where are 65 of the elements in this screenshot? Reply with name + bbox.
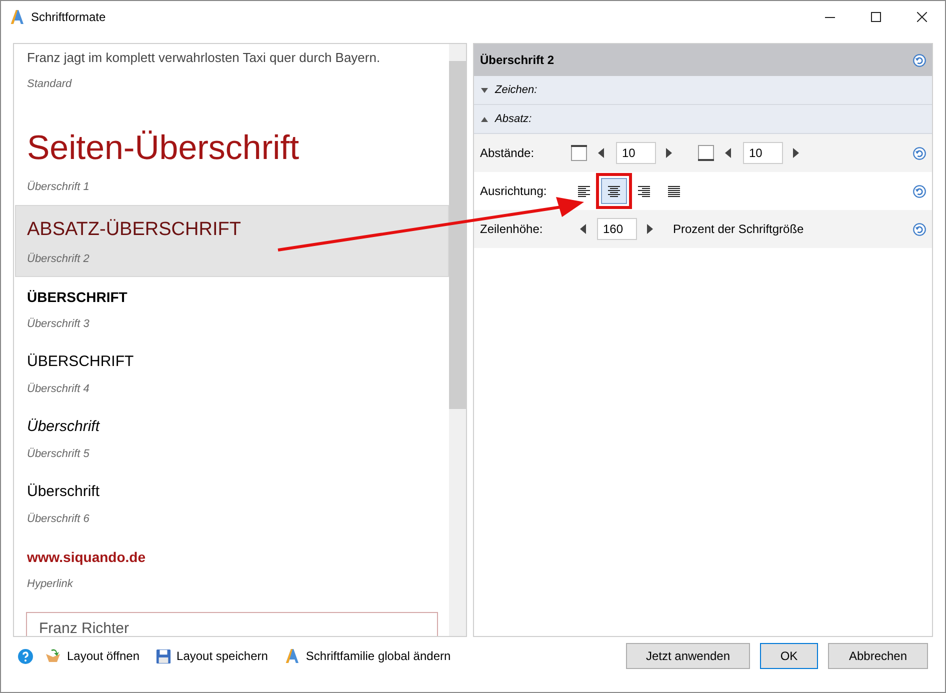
style-name: Hyperlink (27, 576, 73, 592)
align-justify-icon (668, 186, 680, 196)
style-sample: ÜBERSCHRIFT (27, 352, 134, 372)
style-name: Überschrift 3 (27, 316, 90, 332)
style-sample: ABSATZ-ÜBERSCHRIFT (27, 218, 241, 242)
section-header[interactable]: Absatz: (474, 105, 932, 134)
close-icon (917, 12, 927, 22)
maximize-icon (871, 12, 881, 22)
footer-link[interactable]: Schriftfamilie global ändern (284, 647, 451, 665)
reset-icon[interactable] (913, 222, 926, 236)
reset-icon[interactable] (913, 54, 926, 66)
unit-label: Prozent der Schriftgröße (673, 221, 804, 238)
style-name: Standard (27, 76, 72, 92)
collapse-icon (481, 116, 488, 122)
left-arrow-icon[interactable] (598, 148, 604, 158)
style-sample: www.siquando.de (27, 549, 146, 566)
number-field[interactable]: 160 (597, 218, 637, 240)
panel-title: Überschrift 2 (480, 52, 554, 69)
style-name: Überschrift 1 (27, 180, 90, 194)
style-sample: Überschrift (27, 418, 100, 436)
right-arrow-icon[interactable] (793, 148, 799, 158)
font-icon (284, 648, 300, 664)
section-label: Absatz: (495, 112, 532, 127)
footer-link[interactable]: Layout öffnen (45, 647, 140, 665)
number-field[interactable]: 10 (616, 142, 656, 164)
dialog-button[interactable]: Abbrechen (828, 643, 928, 669)
property-label: Abstände: (480, 145, 536, 162)
style-sample: Franz Richter (39, 620, 130, 636)
number-field[interactable]: 10 (743, 142, 783, 164)
left-arrow-icon[interactable] (725, 148, 731, 158)
left-arrow-icon[interactable] (580, 224, 586, 234)
align-center-icon (608, 186, 620, 196)
expand-icon (481, 88, 488, 92)
reset-icon[interactable] (913, 184, 926, 198)
right-arrow-icon[interactable] (647, 224, 653, 234)
style-item[interactable]: ABSATZ-ÜBERSCHRIFT Überschrift 2 (15, 205, 449, 277)
style-name: Überschrift 4 (27, 382, 90, 396)
quote-box[interactable]: Franz Richter (26, 612, 438, 636)
dialog-button[interactable]: OK (760, 643, 818, 669)
help-icon[interactable] (18, 648, 33, 664)
style-name: Überschrift 2 (27, 252, 90, 266)
reset-icon[interactable] (913, 146, 926, 160)
style-sample: Franz jagt im komplett verwahrlosten Taxi quer durch Bayern. (27, 50, 380, 66)
style-name: Überschrift 5 (27, 446, 90, 462)
section-header[interactable]: Zeichen: (474, 76, 932, 105)
space-above-icon (571, 145, 587, 161)
scrollbar[interactable] (449, 44, 466, 636)
space-below-icon (698, 145, 714, 161)
minimize-icon (825, 16, 835, 18)
align-right-icon (638, 186, 650, 196)
style-sample: Überschrift (27, 482, 100, 502)
window-title: Schriftformate (31, 9, 106, 26)
style-sample: ÜBERSCHRIFT (27, 289, 128, 306)
style-name: Überschrift 6 (27, 512, 90, 526)
dialog-button[interactable]: Jetzt anwenden (626, 643, 750, 669)
property-label: Zeilenhöhe: (480, 221, 544, 238)
right-arrow-icon[interactable] (666, 148, 672, 158)
section-label: Zeichen: (495, 82, 538, 98)
folder-arrow-icon (45, 648, 61, 664)
font-icon (9, 9, 25, 25)
style-sample: Seiten-Überschrift (27, 128, 300, 169)
scrollbar-thumb[interactable] (449, 61, 466, 409)
property-label: Ausrichtung: (480, 183, 548, 200)
align-left-icon (578, 186, 590, 196)
footer-link[interactable]: Layout speichern (156, 647, 268, 665)
